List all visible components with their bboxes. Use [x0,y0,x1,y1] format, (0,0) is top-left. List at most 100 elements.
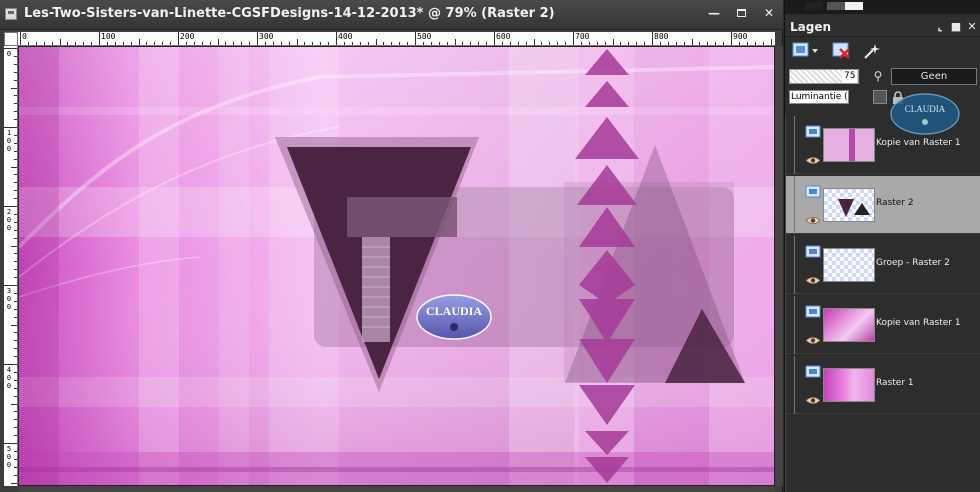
ruler-label: 100 [101,32,116,41]
layer-row[interactable]: Raster 2 [786,176,980,234]
ruler-label: 100 [6,129,12,153]
layer-row[interactable]: Raster 1 [786,356,980,414]
ruler-tick [14,395,17,397]
delete-layer-button[interactable] [831,41,853,61]
ruler-tick [14,356,17,358]
ruler-tick [170,42,172,45]
layer-name: Raster 1 [876,378,914,388]
visibility-eye-icon[interactable] [805,270,821,285]
ruler-tick [11,482,17,484]
ruler-tick [225,42,227,45]
mask-field[interactable]: Geen [891,68,977,85]
image-canvas[interactable]: CLAUDIA [18,46,775,486]
document-titlebar[interactable]: Les-Two-Sisters-van-Linette-CGSFDesigns-… [0,0,783,30]
blend-mode-select[interactable]: Luminantie (O) [789,90,849,104]
ruler-tick [4,285,17,286]
link-icon[interactable]: ⚲ [869,68,887,85]
ruler-tick [517,42,519,45]
maximize-button[interactable] [732,5,750,21]
ruler-tick [14,111,17,113]
raster-layer-icon [805,305,823,320]
ruler-tick [667,42,669,45]
ruler-tick [4,443,17,444]
vertical-scrollbar[interactable] [775,46,783,486]
layer-effects-button[interactable] [861,41,883,61]
layers-title: Lagen [790,20,832,34]
ruler-tick [14,269,17,271]
ruler-tick [580,42,582,45]
group-layer-icon [805,245,823,260]
ruler-label: 300 [6,287,12,311]
ruler-tick [130,42,132,45]
ruler-label: 500 [6,445,12,469]
visibility-eye-icon[interactable] [805,330,821,345]
ruler-tick [14,79,17,81]
ruler-label: 200 [6,208,12,232]
ruler-tick [146,42,148,45]
ruler-tick [14,348,17,350]
ruler-tick [257,32,258,45]
layer-name: Kopie van Raster 1 [876,138,961,148]
close-button[interactable]: ✕ [760,5,778,21]
delete-layer-icon [832,42,850,59]
ruler-label: 0 [6,50,12,58]
vertical-ruler[interactable]: 0 100 200 300 400 500 [4,46,18,486]
ruler-tick [343,42,345,45]
layer-name: Raster 2 [876,198,914,208]
ruler-tick [14,292,17,294]
ruler-tick [201,42,203,45]
ruler-tick [367,42,369,45]
ruler-tick [14,229,17,231]
panel-close-button[interactable]: ✕ [965,19,979,35]
ruler-tick [91,42,93,45]
ruler-tick [407,42,409,45]
ruler-tick [14,411,17,413]
horizontal-ruler[interactable]: 0 100 200 300 400 500 600 700 800 900 [18,32,775,46]
ruler-tick [336,32,337,45]
visibility-eye-icon[interactable] [805,390,821,405]
ruler-tick [573,32,574,45]
layer-thumbnail [823,248,875,282]
layer-row[interactable]: Kopie van Raster 1 [786,116,980,174]
new-layer-button[interactable] [791,41,818,61]
layer-row[interactable]: Kopie van Raster 1 [786,296,980,354]
ruler-tick [14,474,17,476]
minimize-button[interactable]: — [705,5,723,21]
ruler-tick [14,300,17,302]
ruler-tick [351,42,353,45]
pin-icon[interactable]: ⌞ [933,19,947,35]
ruler-tick [723,42,725,45]
document-icon [5,8,17,20]
document-window: Les-Two-Sisters-van-Linette-CGSFDesigns-… [0,0,783,492]
visibility-eye-icon[interactable] [805,210,821,225]
ruler-tick [14,134,17,136]
visibility-eye-icon[interactable] [805,150,821,165]
ruler-tick [14,261,17,263]
canvas-artwork: CLAUDIA [19,47,774,485]
ruler-tick [391,42,393,45]
ruler-label: 0 [22,32,27,41]
ruler-label: 800 [654,32,669,41]
ruler-tick [209,42,211,45]
ruler-tick [99,32,100,45]
ruler-tick [715,42,717,45]
ruler-tick [549,42,551,45]
lock-transparency-icon[interactable] [873,90,887,104]
horizontal-scrollbar[interactable] [18,486,775,492]
raster-layer-icon [805,125,823,140]
panel-menu-icon[interactable]: ■ [949,19,963,35]
ruler-tick [241,42,243,45]
tree-connector [794,236,795,294]
opacity-slider[interactable]: 75 [789,69,859,84]
ruler-tick [454,39,456,45]
ruler-tick [83,42,85,45]
ruler-tick [628,42,630,45]
ruler-label: 500 [417,32,432,41]
ruler-tick [4,364,17,365]
ruler-tick [383,42,385,45]
ruler-label: 700 [575,32,590,41]
layer-row[interactable]: Groep - Raster 2 [786,236,980,294]
ruler-tick [14,174,17,176]
ruler-tick [35,42,37,45]
maximize-icon [736,9,746,17]
